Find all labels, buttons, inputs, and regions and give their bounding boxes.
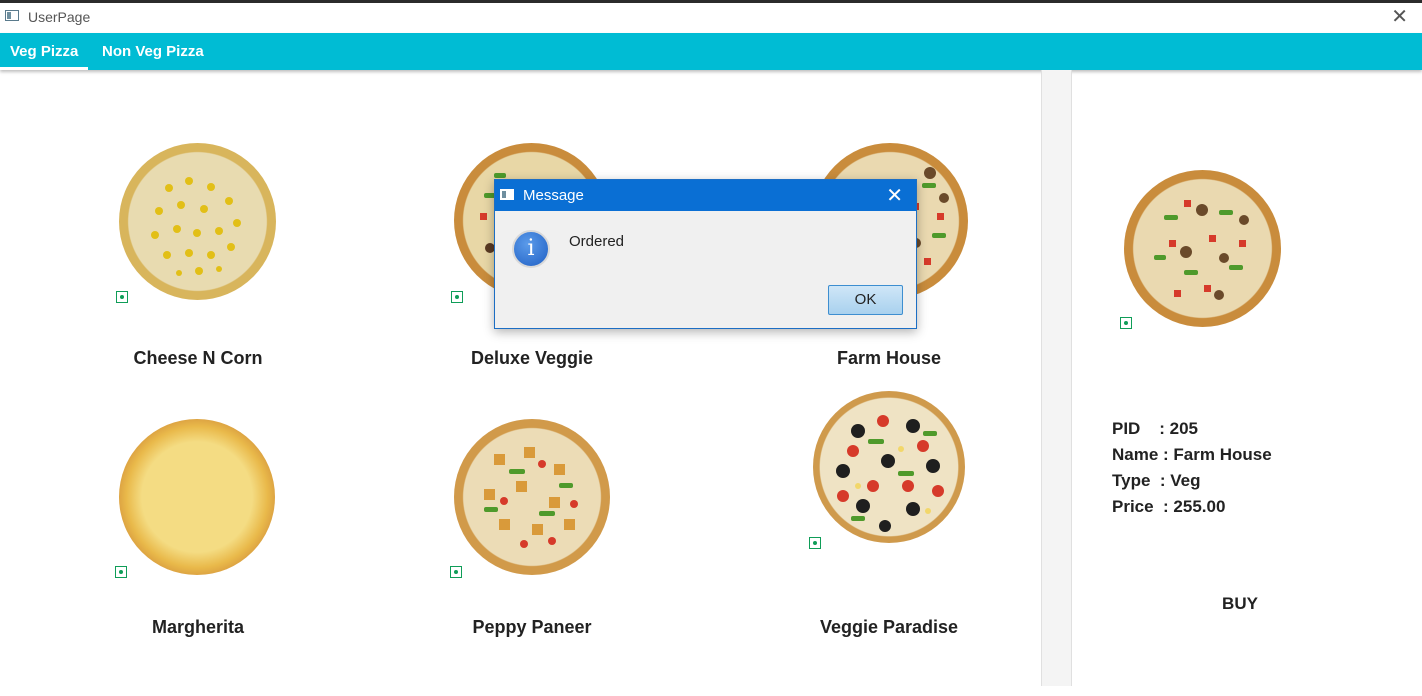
pizza-image-peppy-paneer — [454, 419, 610, 575]
product-name: Peppy Paneer — [472, 617, 592, 637]
corn-toppings — [151, 177, 241, 276]
paneer-toppings — [484, 447, 578, 548]
pizza-image-veggie-paradise — [813, 391, 965, 543]
detail-price: Price : 255.00 — [1112, 497, 1226, 516]
detail-name: Name : Farm House — [1112, 445, 1272, 464]
dialog-window-icon — [500, 189, 514, 200]
tab-bar: Veg Pizza Non Veg Pizza — [0, 33, 1422, 70]
veg-mark-icon — [116, 291, 128, 303]
detail-pid: PID : 205 — [1112, 419, 1198, 438]
detail-pizza-image — [1124, 170, 1281, 327]
veg-mark-icon — [115, 566, 127, 578]
window-titlebar: UserPage ✕ — [0, 0, 1422, 33]
tab-veg-pizza[interactable]: Veg Pizza — [0, 33, 89, 70]
dialog-titlebar[interactable]: Message ✕ — [495, 180, 916, 211]
message-dialog: Message ✕ i Ordered OK — [494, 179, 917, 329]
close-icon[interactable]: ✕ — [1391, 4, 1408, 28]
product-name: Deluxe Veggie — [470, 348, 594, 368]
top-strip — [0, 0, 1422, 3]
detail-toppings — [1154, 200, 1249, 300]
dialog-close-icon[interactable]: ✕ — [886, 183, 903, 207]
ok-button[interactable]: OK — [828, 285, 903, 315]
product-name: Cheese N Corn — [133, 348, 263, 368]
info-icon: i — [512, 230, 550, 268]
buy-button[interactable]: BUY — [1200, 594, 1280, 618]
product-name: Veggie Paradise — [819, 617, 959, 637]
dialog-message: Ordered — [569, 233, 625, 250]
veg-mark-icon — [450, 566, 462, 578]
pizza-image-cheese-n-corn — [119, 143, 276, 300]
paradise-toppings — [836, 415, 944, 532]
detail-type: Type : Veg — [1112, 471, 1201, 490]
veg-mark-icon — [451, 291, 463, 303]
product-name: Farm House — [836, 348, 942, 368]
scrollbar[interactable] — [1041, 70, 1072, 686]
product-name: Margherita — [151, 617, 245, 637]
tab-non-veg-pizza[interactable]: Non Veg Pizza — [92, 33, 214, 70]
veg-mark-icon — [1120, 317, 1132, 329]
dialog-title: Message — [523, 187, 584, 204]
window-title: UserPage — [28, 9, 91, 25]
window-icon — [5, 10, 19, 21]
veg-mark-icon — [809, 537, 821, 549]
pizza-image-margherita — [119, 419, 275, 575]
